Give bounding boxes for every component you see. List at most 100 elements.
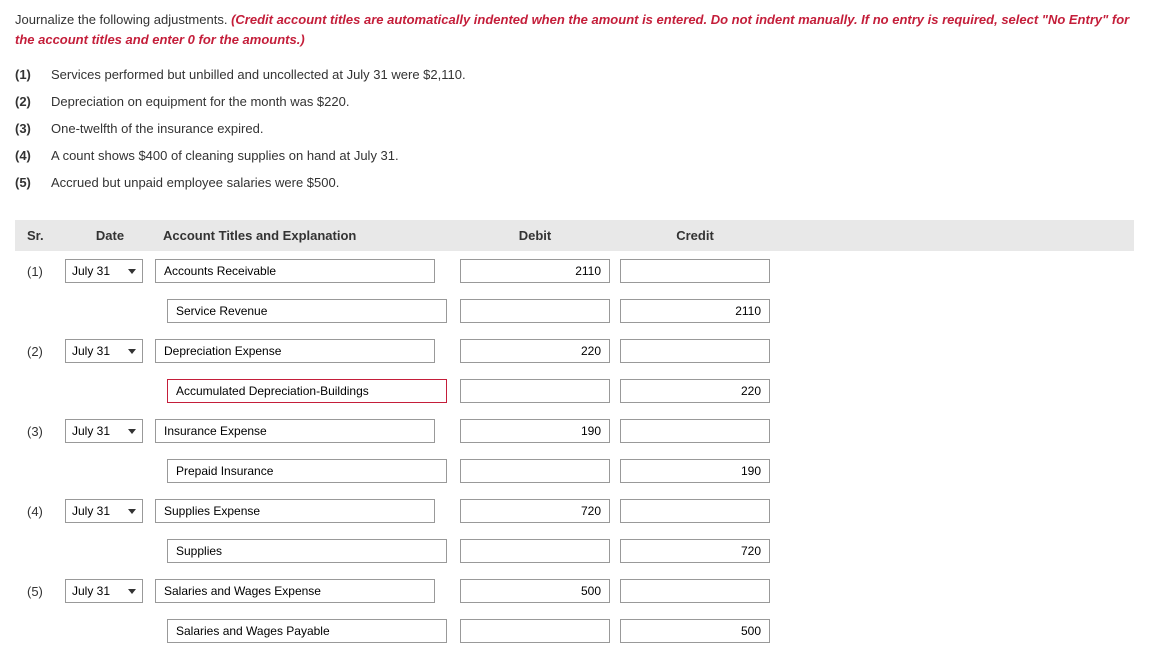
problem-text: A count shows $400 of cleaning supplies …	[51, 148, 399, 163]
sr-cell: (3)	[15, 424, 65, 439]
credit-input[interactable]	[620, 379, 770, 403]
debit-input[interactable]	[460, 539, 610, 563]
journal-entry-row: (4)July 31	[15, 491, 1134, 531]
date-select[interactable]: July 31	[65, 339, 143, 363]
credit-cell	[615, 459, 775, 483]
credit-input[interactable]	[620, 579, 770, 603]
account-cell	[155, 579, 455, 603]
debit-cell	[455, 299, 615, 323]
problem-list: (1) Services performed but unbilled and …	[15, 67, 1134, 190]
debit-input[interactable]	[460, 579, 610, 603]
credit-input[interactable]	[620, 339, 770, 363]
table-header: Sr. Date Account Titles and Explanation …	[15, 220, 1134, 251]
debit-input[interactable]	[460, 259, 610, 283]
debit-cell	[455, 259, 615, 283]
entries-container: (1)July 31(2)July 31(3)July 31(4)July 31…	[15, 251, 1134, 651]
account-title-input[interactable]	[155, 579, 435, 603]
debit-cell	[455, 419, 615, 443]
debit-cell	[455, 379, 615, 403]
credit-input[interactable]	[620, 259, 770, 283]
credit-input[interactable]	[620, 539, 770, 563]
account-cell	[155, 499, 455, 523]
problem-item: (4) A count shows $400 of cleaning suppl…	[15, 148, 1134, 163]
journal-entry-row: (3)July 31	[15, 411, 1134, 451]
credit-input[interactable]	[620, 419, 770, 443]
debit-cell	[455, 539, 615, 563]
credit-cell	[615, 419, 775, 443]
debit-input[interactable]	[460, 299, 610, 323]
problem-item: (3) One-twelfth of the insurance expired…	[15, 121, 1134, 136]
credit-cell	[615, 539, 775, 563]
journal-entry-row	[15, 531, 1134, 571]
account-cell	[155, 539, 455, 563]
date-cell: July 31	[65, 499, 155, 523]
account-title-input[interactable]	[167, 379, 447, 403]
account-title-input[interactable]	[155, 419, 435, 443]
credit-input[interactable]	[620, 499, 770, 523]
credit-input[interactable]	[620, 459, 770, 483]
journal-entry-row: (2)July 31	[15, 331, 1134, 371]
problem-num: (1)	[15, 67, 41, 82]
account-cell	[155, 259, 455, 283]
debit-input[interactable]	[460, 499, 610, 523]
account-title-input[interactable]	[167, 539, 447, 563]
date-cell: July 31	[65, 579, 155, 603]
account-title-input[interactable]	[155, 259, 435, 283]
date-select[interactable]: July 31	[65, 419, 143, 443]
account-cell	[155, 299, 455, 323]
credit-cell	[615, 259, 775, 283]
journal-entry-row	[15, 291, 1134, 331]
problem-item: (2) Depreciation on equipment for the mo…	[15, 94, 1134, 109]
account-cell	[155, 419, 455, 443]
date-cell: July 31	[65, 339, 155, 363]
debit-input[interactable]	[460, 619, 610, 643]
debit-input[interactable]	[460, 379, 610, 403]
problem-text: Depreciation on equipment for the month …	[51, 94, 349, 109]
date-select[interactable]: July 31	[65, 259, 143, 283]
account-title-input[interactable]	[167, 459, 447, 483]
problem-num: (4)	[15, 148, 41, 163]
date-select[interactable]: July 31	[65, 579, 143, 603]
credit-input[interactable]	[620, 619, 770, 643]
header-account: Account Titles and Explanation	[155, 228, 455, 243]
debit-input[interactable]	[460, 419, 610, 443]
journal-entry-row	[15, 451, 1134, 491]
account-title-input[interactable]	[155, 499, 435, 523]
sr-cell: (4)	[15, 504, 65, 519]
account-title-input[interactable]	[167, 299, 447, 323]
debit-cell	[455, 499, 615, 523]
debit-input[interactable]	[460, 459, 610, 483]
problem-item: (1) Services performed but unbilled and …	[15, 67, 1134, 82]
credit-input[interactable]	[620, 299, 770, 323]
credit-cell	[615, 339, 775, 363]
account-title-input[interactable]	[167, 619, 447, 643]
journal-entry-row	[15, 371, 1134, 411]
problem-item: (5) Accrued but unpaid employee salaries…	[15, 175, 1134, 190]
debit-cell	[455, 339, 615, 363]
sr-cell: (1)	[15, 264, 65, 279]
account-cell	[155, 459, 455, 483]
credit-cell	[615, 499, 775, 523]
date-select[interactable]: July 31	[65, 499, 143, 523]
problem-num: (5)	[15, 175, 41, 190]
problem-text: Accrued but unpaid employee salaries wer…	[51, 175, 339, 190]
debit-input[interactable]	[460, 339, 610, 363]
header-debit: Debit	[455, 228, 615, 243]
account-cell	[155, 339, 455, 363]
header-date: Date	[65, 228, 155, 243]
problem-num: (2)	[15, 94, 41, 109]
credit-cell	[615, 619, 775, 643]
account-title-input[interactable]	[155, 339, 435, 363]
instruction-prefix: Journalize the following adjustments.	[15, 12, 231, 27]
problem-num: (3)	[15, 121, 41, 136]
date-cell: July 31	[65, 259, 155, 283]
date-cell: July 31	[65, 419, 155, 443]
instruction-text: Journalize the following adjustments. (C…	[15, 10, 1134, 49]
sr-cell: (2)	[15, 344, 65, 359]
credit-cell	[615, 379, 775, 403]
account-cell	[155, 379, 455, 403]
header-credit: Credit	[615, 228, 775, 243]
credit-cell	[615, 299, 775, 323]
debit-cell	[455, 579, 615, 603]
account-cell	[155, 619, 455, 643]
